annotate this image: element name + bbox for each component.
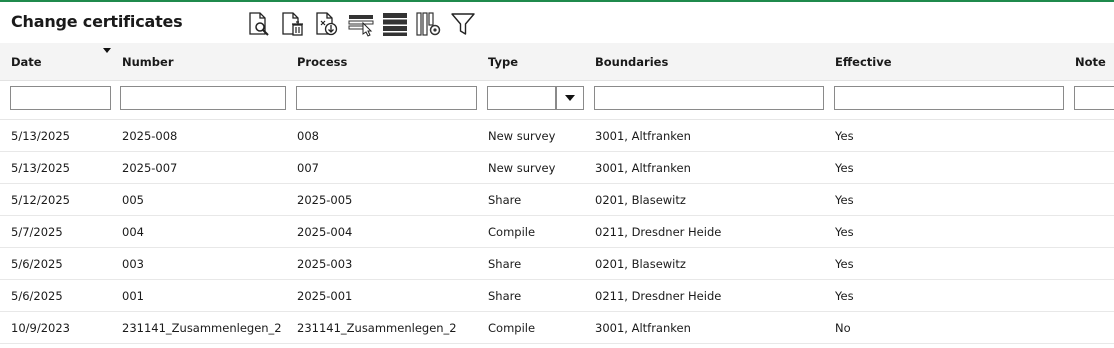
page-title: Change certificates bbox=[11, 12, 183, 31]
cell-process: 2025-004 bbox=[297, 225, 353, 239]
cell-process: 231141_Zusammenlegen_2 bbox=[297, 321, 457, 335]
cell-process: 2025-005 bbox=[297, 193, 353, 207]
view-document-icon[interactable] bbox=[246, 11, 272, 37]
cell-type: Compile bbox=[488, 225, 536, 239]
table-row[interactable]: 5/13/2025 2025-008 008 New survey 3001, Altf… bbox=[0, 120, 1114, 152]
filter-note-input[interactable] bbox=[1074, 86, 1114, 110]
cell-effective: Yes bbox=[835, 129, 854, 143]
filter-row bbox=[0, 81, 1114, 120]
cell-number: 2025-007 bbox=[122, 161, 178, 175]
filter-icon[interactable] bbox=[450, 11, 476, 37]
cell-effective: Yes bbox=[835, 193, 854, 207]
toolbar bbox=[246, 10, 484, 38]
certificates-table: Date Number Process Type Boundaries Effe… bbox=[0, 43, 1114, 344]
filter-boundaries-input[interactable] bbox=[594, 86, 824, 110]
cell-boundaries: 0211, Dresdner Heide bbox=[595, 225, 722, 239]
chevron-down-icon bbox=[565, 95, 575, 101]
cell-number: 231141_Zusammenlegen_2 bbox=[122, 321, 282, 335]
cell-effective: Yes bbox=[835, 161, 854, 175]
filter-date-input[interactable] bbox=[10, 86, 111, 110]
table-row[interactable]: 5/6/2025 003 2025-003 Share 0201, Blasewitz Y… bbox=[0, 248, 1114, 280]
cell-date: 5/6/2025 bbox=[11, 289, 63, 303]
cell-type: Share bbox=[488, 257, 522, 271]
cell-boundaries: 3001, Altfranken bbox=[595, 161, 691, 175]
cell-number: 001 bbox=[122, 289, 144, 303]
table-row[interactable]: 5/6/2025 001 2025-001 Share 0211, Dresdner H… bbox=[0, 280, 1114, 312]
cell-effective: No bbox=[835, 321, 851, 335]
delete-document-icon[interactable] bbox=[280, 11, 306, 37]
cell-process: 008 bbox=[297, 129, 319, 143]
filter-type-input[interactable] bbox=[487, 86, 556, 110]
table-row[interactable]: 10/9/2023 231141_Zusammenlegen_2 231141_Zu… bbox=[0, 312, 1114, 344]
cell-type: New survey bbox=[488, 129, 556, 143]
cell-date: 5/12/2025 bbox=[11, 193, 70, 207]
filter-type-dropdown[interactable] bbox=[556, 86, 584, 110]
cell-date: 5/7/2025 bbox=[11, 225, 63, 239]
table-header: Date Number Process Type Boundaries Effe… bbox=[0, 43, 1114, 81]
download-document-icon[interactable] bbox=[314, 11, 340, 37]
cell-process: 2025-001 bbox=[297, 289, 353, 303]
cell-type: Share bbox=[488, 289, 522, 303]
cell-boundaries: 0201, Blasewitz bbox=[595, 193, 686, 207]
column-header-boundaries[interactable]: Boundaries bbox=[595, 55, 668, 69]
cell-boundaries: 0201, Blasewitz bbox=[595, 257, 686, 271]
column-header-date[interactable]: Date bbox=[11, 55, 42, 69]
cell-number: 003 bbox=[122, 257, 144, 271]
cell-process: 2025-003 bbox=[297, 257, 353, 271]
cell-boundaries: 3001, Altfranken bbox=[595, 321, 691, 335]
table-row[interactable]: 5/7/2025 004 2025-004 Compile 0211, Dresdner… bbox=[0, 216, 1114, 248]
cell-boundaries: 0211, Dresdner Heide bbox=[595, 289, 722, 303]
cell-number: 004 bbox=[122, 225, 144, 239]
rows-list-icon[interactable] bbox=[382, 11, 408, 37]
cell-date: 10/9/2023 bbox=[11, 321, 70, 335]
cell-type: New survey bbox=[488, 161, 556, 175]
cell-effective: Yes bbox=[835, 225, 854, 239]
cell-date: 5/13/2025 bbox=[11, 161, 70, 175]
column-header-number[interactable]: Number bbox=[122, 55, 174, 69]
top-accent-line bbox=[0, 0, 1114, 2]
cell-date: 5/6/2025 bbox=[11, 257, 63, 271]
column-header-process[interactable]: Process bbox=[297, 55, 347, 69]
sort-descending-icon bbox=[103, 48, 111, 53]
cell-process: 007 bbox=[297, 161, 319, 175]
filter-effective-input[interactable] bbox=[834, 86, 1064, 110]
table-row[interactable]: 5/12/2025 005 2025-005 Share 0201, Blasewitz… bbox=[0, 184, 1114, 216]
cell-boundaries: 3001, Altfranken bbox=[595, 129, 691, 143]
column-settings-icon[interactable] bbox=[416, 11, 442, 37]
cell-type: Compile bbox=[488, 321, 536, 335]
column-header-type[interactable]: Type bbox=[488, 55, 518, 69]
filter-number-input[interactable] bbox=[120, 86, 286, 110]
cell-effective: Yes bbox=[835, 257, 854, 271]
filter-process-input[interactable] bbox=[296, 86, 477, 110]
cell-date: 5/13/2025 bbox=[11, 129, 70, 143]
cell-effective: Yes bbox=[835, 289, 854, 303]
column-header-note[interactable]: Note bbox=[1075, 55, 1106, 69]
select-rows-icon[interactable] bbox=[348, 11, 374, 37]
cell-type: Share bbox=[488, 193, 522, 207]
cell-number: 005 bbox=[122, 193, 144, 207]
cell-number: 2025-008 bbox=[122, 129, 178, 143]
column-header-effective[interactable]: Effective bbox=[835, 55, 892, 69]
table-row[interactable]: 5/13/2025 2025-007 007 New survey 3001, Altf… bbox=[0, 152, 1114, 184]
